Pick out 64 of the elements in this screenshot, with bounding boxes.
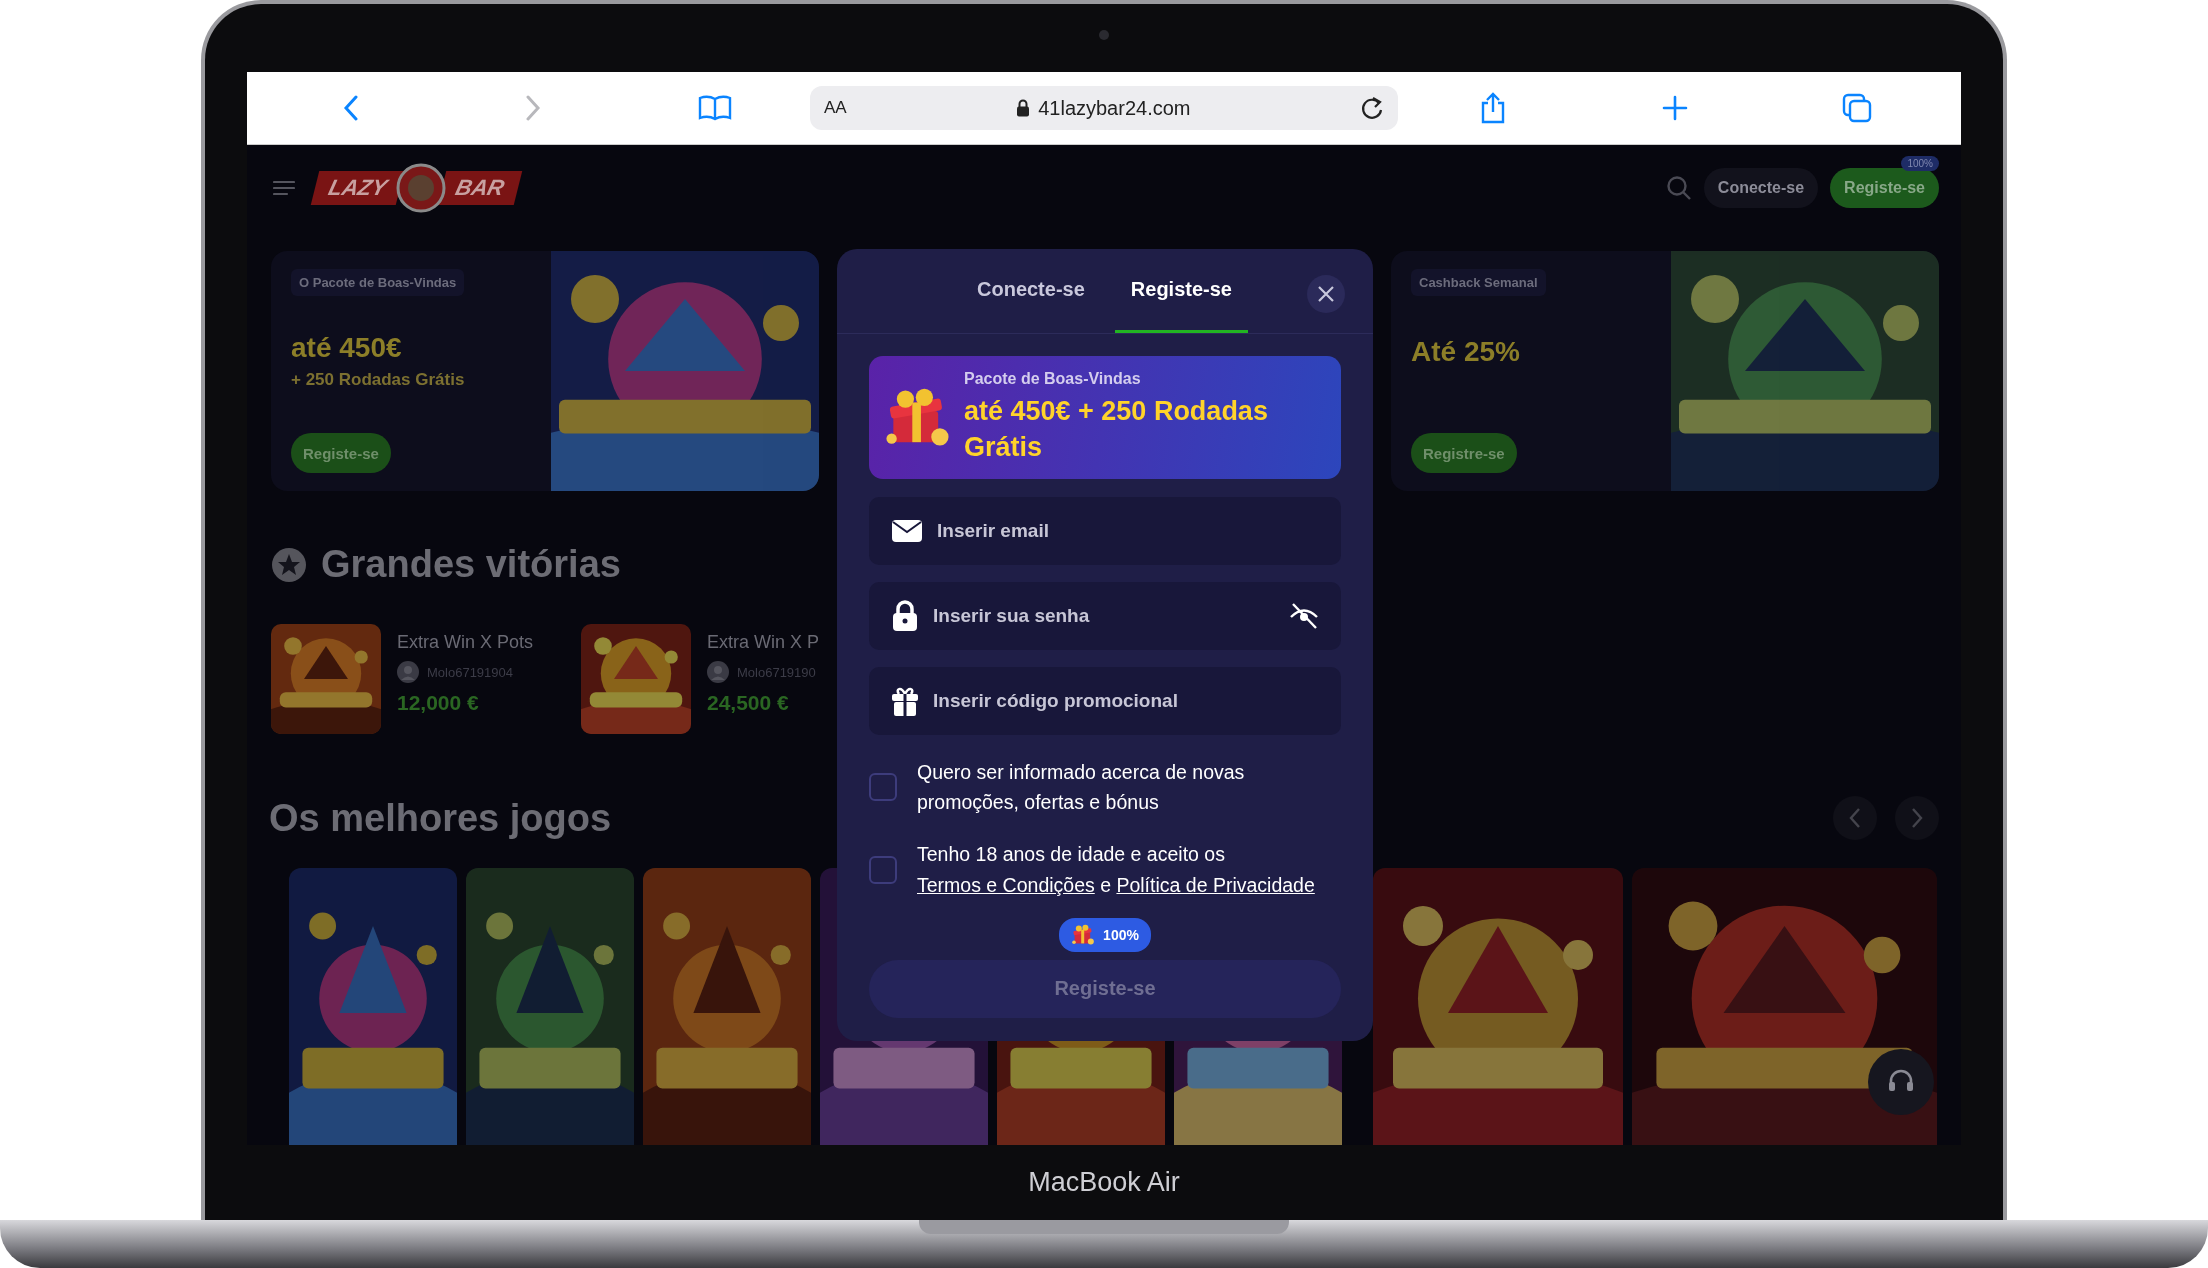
chevron-left-icon — [1848, 807, 1862, 829]
win-amount: 24,500 € — [707, 691, 790, 715]
checkbox-label[interactable]: Tenho 18 anos de idade e aceito os Termos e Condições e Política de Privacidade — [917, 839, 1341, 900]
device-label: MacBook Air — [1028, 1167, 1180, 1198]
email-input[interactable]: Inserir email — [937, 497, 1319, 565]
url-text: 41lazybar24.com — [1038, 96, 1191, 120]
banner-offer: até 450€ + 250 Rodadas Grátis — [963, 395, 1269, 464]
avatar-icon — [397, 661, 419, 683]
avatar-icon — [707, 661, 729, 683]
promo-subline: + 250 Rodadas Grátis — [291, 370, 465, 390]
menu-icon[interactable] — [273, 180, 295, 196]
promo-headline: até 450€ — [291, 332, 402, 364]
promo-code-input[interactable]: Inserir código promocional — [933, 667, 1319, 735]
checkbox[interactable] — [869, 855, 897, 884]
book-icon[interactable] — [698, 95, 732, 121]
section-title: Grandes vitórias — [321, 543, 621, 586]
close-icon — [1317, 285, 1335, 303]
game-title: Extra Win X P — [707, 632, 820, 653]
logo-text[interactable]: LAZY — [310, 171, 405, 205]
eye-slash-icon[interactable] — [1289, 602, 1319, 630]
email-field[interactable]: Inserir email — [869, 497, 1341, 565]
register-button[interactable]: Registe-se — [1830, 168, 1939, 208]
logo-emblem-icon[interactable] — [396, 163, 447, 213]
bonus-percent: 100% — [1103, 926, 1139, 943]
lock-icon — [1016, 99, 1031, 117]
link[interactable]: Termos e Condições — [917, 873, 1095, 896]
chevron-right-icon — [1910, 807, 1924, 829]
promo-card[interactable]: Cashback Semanal Até 25% Registre-se — [1391, 251, 1939, 491]
promo-tag: Cashback Semanal — [1411, 269, 1546, 296]
password-input[interactable]: Inserir sua senha — [933, 582, 1275, 650]
promo-code-field[interactable]: Inserir código promocional — [869, 667, 1341, 735]
search-icon[interactable] — [1665, 175, 1692, 201]
envelope-icon — [891, 519, 923, 543]
address-bar[interactable]: AA 41lazybar24.com — [810, 86, 1398, 130]
promo-headline: Até 25% — [1411, 336, 1520, 368]
forward-icon[interactable] — [525, 95, 541, 121]
game-title: Extra Win X Pots — [397, 632, 534, 653]
back-icon[interactable] — [343, 95, 359, 121]
checkbox-label[interactable]: Quero ser informado acerca de novas promoções, ofertas e bónus — [917, 757, 1341, 818]
gift-icon — [1071, 922, 1096, 947]
camera-icon — [1099, 30, 1109, 40]
gift-icon — [891, 685, 919, 717]
new-tab-icon[interactable] — [1662, 95, 1688, 121]
tabs-icon[interactable] — [1842, 93, 1872, 123]
player-name: Molo6719190 — [737, 664, 816, 680]
login-button[interactable]: Conecte-se — [1703, 168, 1819, 208]
promo-tag: O Pacote de Boas-Vindas — [291, 269, 465, 296]
share-icon[interactable] — [1480, 92, 1506, 124]
register-tab[interactable]: Registe-se — [1114, 249, 1248, 333]
checkbox[interactable] — [869, 773, 897, 802]
text-size-button[interactable]: AA — [824, 98, 847, 118]
promo-card[interactable]: O Pacote de Boas-Vindas até 450€ + 250 Rodadas Grátis Registe-se — [271, 251, 819, 491]
close-button[interactable] — [1307, 275, 1345, 313]
section-title: Os melhores jogos — [269, 796, 612, 840]
lock-icon — [891, 600, 919, 632]
bonus-badge: 100% — [1901, 156, 1939, 171]
banner-title: Pacote de Boas-Vindas — [963, 370, 1142, 389]
logo-text[interactable]: BAR — [438, 171, 523, 205]
link[interactable]: Política de Privacidade — [1116, 873, 1315, 896]
password-field[interactable]: Inserir sua senha — [869, 582, 1341, 650]
player-name: Molo67191904 — [427, 664, 514, 680]
win-amount: 12,000 € — [397, 691, 480, 715]
login-tab[interactable]: Conecte-se — [961, 249, 1101, 333]
reload-icon[interactable] — [1360, 95, 1384, 121]
